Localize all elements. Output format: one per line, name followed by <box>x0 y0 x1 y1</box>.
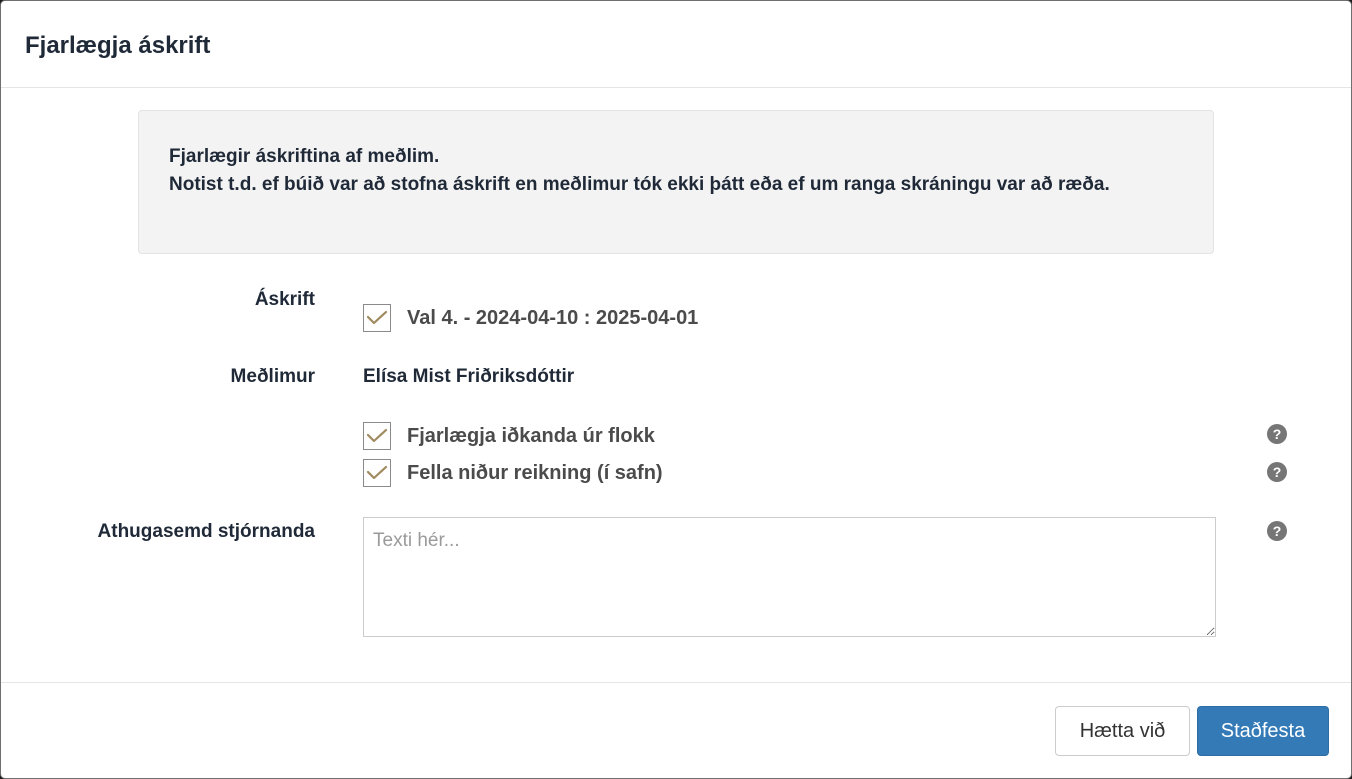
info-line-2: Notist t.d. ef búið var að stofna áskrif… <box>169 174 1110 195</box>
check-icon <box>366 428 388 443</box>
remove-from-group-row[interactable]: Fjarlægja iðkanda úr flokk <box>363 421 655 451</box>
question-circle-icon[interactable]: ? <box>1267 424 1287 444</box>
remove-from-group-checkbox[interactable] <box>363 422 391 450</box>
cancel-invoice-label: Fella niður reikning (í safn) <box>407 461 663 484</box>
cancel-invoice-checkbox[interactable] <box>363 459 391 487</box>
info-line-1: Fjarlægir áskriftina af meðlim. <box>169 146 440 167</box>
confirm-button[interactable]: Staðfesta <box>1197 706 1329 756</box>
member-label: Meðlimur <box>230 366 315 387</box>
subscription-checkbox-row[interactable]: Val 4. - 2024-04-10 : 2025-04-01 <box>363 303 698 333</box>
check-icon <box>366 310 388 325</box>
comment-textarea[interactable] <box>363 517 1216 637</box>
remove-subscription-modal: Fjarlægja áskrift Fjarlægir áskriftina a… <box>0 0 1352 779</box>
subscription-value: Val 4. - 2024-04-10 : 2025-04-01 <box>407 306 699 329</box>
check-icon <box>366 465 388 480</box>
member-name: Elísa Mist Friðriksdóttir <box>363 366 575 387</box>
modal-title: Fjarlægja áskrift <box>25 32 211 59</box>
cancel-invoice-row[interactable]: Fella niður reikning (í safn) <box>363 458 663 488</box>
question-circle-icon[interactable]: ? <box>1267 521 1287 541</box>
modal-footer: Hætta við Staðfesta <box>1 682 1351 778</box>
modal-header: Fjarlægja áskrift <box>1 1 1351 88</box>
subscription-label: Áskrift <box>254 289 315 310</box>
question-circle-icon[interactable]: ? <box>1267 462 1287 482</box>
subscription-checkbox[interactable] <box>363 304 391 332</box>
comment-label: Athugasemd stjórnanda <box>97 521 315 542</box>
info-box: Fjarlægir áskriftina af meðlim. Notist t… <box>138 110 1214 254</box>
cancel-button[interactable]: Hætta við <box>1055 706 1190 756</box>
remove-from-group-label: Fjarlægja iðkanda úr flokk <box>407 424 655 447</box>
